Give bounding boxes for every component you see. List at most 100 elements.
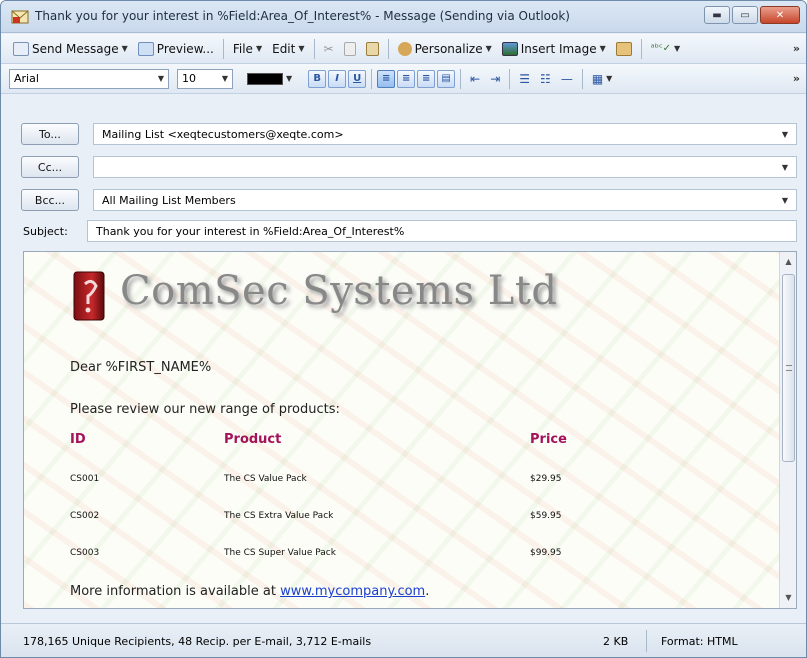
close-icon: ✕ [775,9,785,21]
font-size-select[interactable]: 10 ▼ [177,68,233,89]
preview-icon [137,41,154,56]
close-button[interactable]: ✕ [760,6,800,24]
cc-field[interactable]: ▼ [93,156,797,178]
chevron-down-icon[interactable]: ▼ [782,130,788,139]
personalize-button[interactable]: Personalize ▼ [394,40,496,58]
toolbar-separator [640,38,642,59]
numbered-list-button[interactable]: ☷ [536,70,555,88]
align-center-icon: ≡ [401,73,411,84]
chevron-down-icon: ▼ [286,74,293,83]
indent-button[interactable]: ⇥ [486,70,504,88]
product-id: CS003 [70,548,100,558]
align-left-button[interactable]: ≡ [377,69,396,88]
product-name: The CS Extra Value Pack [224,511,334,521]
greeting: Dear %FIRST_NAME% [70,360,212,375]
insert-image-button[interactable]: Insert Image ▼ [498,40,610,58]
edit-label: Edit [272,41,296,56]
justify-button[interactable]: ▤ [437,69,456,88]
bcc-field[interactable]: All Mailing List Members ▼ [93,189,797,211]
subject-field[interactable]: Thank you for your interest in %Field:Ar… [87,220,797,242]
message-window: Thank you for your interest in %Field:Ar… [0,0,807,658]
align-right-button[interactable]: ≡ [417,69,436,88]
underline-button[interactable]: U [348,69,367,88]
chevron-down-icon: ▼ [606,74,613,83]
product-name: The CS Super Value Pack [224,548,336,558]
intro-text: Please review our new range of products: [70,402,340,417]
chevron-down-icon: ▼ [221,74,228,83]
toolbar-separator [509,68,511,89]
attachment-icon [615,41,632,56]
title-bar: Thank you for your interest in %Field:Ar… [1,1,806,33]
spell-check-button[interactable]: ᵃᵇᶜ✓ ▼ [647,41,684,56]
horizontal-rule-button[interactable]: — [557,70,577,88]
italic-button[interactable]: I [328,69,347,88]
main-toolbar: Send Message ▼ Preview... File ▼ Edit ▼ … [1,34,806,64]
bold-button[interactable]: B [308,69,327,88]
to-button[interactable]: To... [21,123,79,145]
chevron-down-icon[interactable]: ▼ [782,196,788,205]
table-icon: ▦ [591,71,604,86]
align-right-icon: ≡ [421,73,431,84]
toolbar-overflow-button[interactable]: » [793,42,800,55]
align-center-button[interactable]: ≡ [397,69,416,88]
paste-button[interactable] [362,40,383,58]
chevron-down-icon: ▼ [121,44,128,53]
maximize-icon: ▭ [740,9,750,21]
scroll-thumb[interactable] [782,274,795,462]
status-separator [646,630,647,652]
outdent-icon: ⇤ [470,71,481,86]
to-field[interactable]: Mailing List <xeqtecustomers@xeqte.com> … [93,123,797,145]
file-menu[interactable]: File ▼ [229,40,266,58]
bcc-button[interactable]: Bcc... [21,189,79,211]
edit-menu[interactable]: Edit ▼ [268,40,308,58]
clipboard-icon [365,41,379,56]
product-price: $29.95 [530,474,562,484]
envelope-icon [13,41,29,56]
file-label: File [232,41,253,56]
chevron-down-icon: ▼ [674,44,681,53]
preview-label: Preview... [156,41,214,56]
column-header-price: Price [530,432,567,447]
font-family-select[interactable]: Arial ▼ [9,68,169,89]
attachment-button[interactable] [612,40,636,58]
chevron-down-icon: ▼ [157,74,164,83]
company-website-link[interactable]: www.mycompany.com [280,584,425,599]
horizontal-rule-icon: — [560,71,573,86]
cut-button[interactable]: ✂ [320,40,338,58]
font-color-button[interactable]: ▼ [243,71,296,87]
window-title: Thank you for your interest in %Field:Ar… [35,9,570,23]
product-price: $99.95 [530,548,562,558]
to-value: Mailing List <xeqtecustomers@xeqte.com> [102,127,344,141]
vertical-scrollbar[interactable]: ▲ ▼ [779,252,796,608]
copy-icon [343,41,356,56]
send-message-button[interactable]: Send Message ▼ [9,40,132,58]
bullet-list-button[interactable]: ☰ [515,70,534,88]
recipient-summary: 178,165 Unique Recipients, 48 Recip. per… [23,635,372,648]
outdent-button[interactable]: ⇤ [466,70,484,88]
cc-button[interactable]: Cc... [21,156,79,178]
chevron-down-icon: ▼ [298,44,305,53]
more-info-text: More information is available at [70,584,276,599]
subject-value: Thank you for your interest in %Field:Ar… [96,224,405,238]
copy-button[interactable] [340,40,360,58]
minimize-button[interactable]: ▬ [704,6,730,24]
scroll-down-icon[interactable]: ▼ [780,590,796,606]
insert-table-button[interactable]: ▦ ▼ [588,70,617,88]
message-format: Format: HTML [661,635,738,648]
toolbar-overflow-button[interactable]: » [793,72,800,85]
scroll-grip-icon [786,365,792,371]
scroll-up-icon[interactable]: ▲ [780,254,796,270]
chevron-down-icon: ▼ [599,44,606,53]
message-size: 2 KB [603,635,629,648]
bcc-value: All Mailing List Members [102,193,236,207]
chevron-down-icon[interactable]: ▼ [782,163,788,172]
indent-icon: ⇥ [490,71,501,86]
font-family-value: Arial [14,72,39,85]
message-body[interactable]: ComSec Systems Ltd Dear %FIRST_NAME% Ple… [23,251,797,609]
maximize-button[interactable]: ▭ [732,6,758,24]
status-bar: 178,165 Unique Recipients, 48 Recip. per… [1,623,806,657]
product-id: CS001 [70,474,100,484]
personalize-label: Personalize [414,41,483,56]
scissors-icon: ✂ [323,41,334,56]
preview-button[interactable]: Preview... [134,40,218,58]
